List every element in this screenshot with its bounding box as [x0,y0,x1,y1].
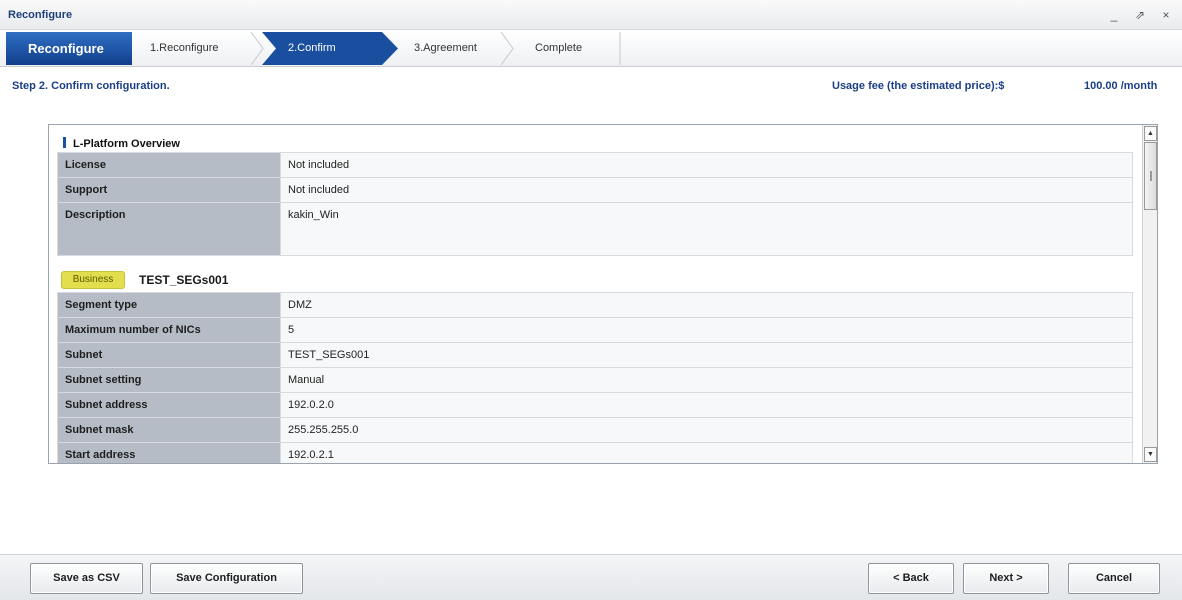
row-value: 255.255.255.0 [280,417,1133,443]
table-row: Maximum number of NICs 5 [57,317,1133,343]
row-label: Subnet setting [57,367,281,393]
next-button[interactable]: Next > [963,563,1049,594]
row-value: Not included [280,177,1133,203]
table-row: License Not included [57,152,1133,178]
table-row: Subnet address 192.0.2.0 [57,392,1133,418]
step-separator-icon [619,32,621,65]
configuration-content: L-Platform Overview License Not included… [49,125,1142,463]
row-label: Support [57,177,281,203]
cancel-button[interactable]: Cancel [1068,563,1160,594]
save-configuration-button[interactable]: Save Configuration [150,563,303,594]
row-label: Segment type [57,292,281,318]
minimize-icon[interactable]: _ [1108,8,1120,22]
row-label: Description [57,202,281,256]
row-value: 5 [280,317,1133,343]
vertical-scrollbar[interactable]: ▲ ▼ [1142,125,1157,463]
overview-section-title: L-Platform Overview [63,137,180,150]
section-bar-icon [63,137,66,148]
row-value: kakin_Win [280,202,1133,256]
table-row: Subnet TEST_SEGs001 [57,342,1133,368]
overview-table: License Not included Support Not include… [57,152,1133,256]
step-agreement: 3.Agreement [414,42,477,54]
configuration-panel[interactable]: L-Platform Overview License Not included… [48,124,1158,464]
overview-title-text: L-Platform Overview [73,138,180,150]
row-label: Subnet mask [57,417,281,443]
business-table: Segment type DMZ Maximum number of NICs … [57,292,1133,463]
table-row: Subnet setting Manual [57,367,1133,393]
row-label: License [57,152,281,178]
window-controls: _ ⇗ × [1108,8,1172,22]
row-value: Manual [280,367,1133,393]
row-value: Not included [280,152,1133,178]
business-badge: Business [61,271,125,289]
table-row: Segment type DMZ [57,292,1133,318]
scrollbar-thumb[interactable] [1144,142,1157,210]
row-value: TEST_SEGs001 [280,342,1133,368]
table-row: Start address 192.0.2.1 [57,442,1133,463]
table-row: Support Not included [57,177,1133,203]
close-icon[interactable]: × [1160,8,1172,22]
business-segment-name: TEST_SEGs001 [139,273,229,287]
restore-icon[interactable]: ⇗ [1134,8,1146,22]
wizard-progress-bar: Reconfigure 1.Reconfigure 2.Confirm 3.Ag… [0,30,1182,67]
step-heading: Step 2. Confirm configuration. [12,80,170,92]
step-chevron-icon [500,32,514,65]
scroll-up-icon[interactable]: ▲ [1144,126,1157,141]
usage-fee-label: Usage fee (the estimated price):$ [832,80,1005,92]
row-value: DMZ [280,292,1133,318]
scrollbar-grip-icon [1150,171,1152,181]
row-value: 192.0.2.1 [280,442,1133,463]
row-label: Maximum number of NICs [57,317,281,343]
step-chevron-icon [250,32,264,65]
usage-fee-value: 100.00 /month [1084,80,1158,92]
row-label: Subnet address [57,392,281,418]
row-label: Start address [57,442,281,463]
wizard-title: Reconfigure [6,32,132,65]
step-confirm: 2.Confirm [288,42,336,54]
window-title: Reconfigure [8,9,73,21]
row-value: 192.0.2.0 [280,392,1133,418]
step-complete: Complete [535,42,583,54]
scroll-down-icon[interactable]: ▼ [1144,447,1157,462]
table-row: Subnet mask 255.255.255.0 [57,417,1133,443]
save-as-csv-button[interactable]: Save as CSV [30,563,143,594]
step-reconfigure: 1.Reconfigure [150,42,219,54]
row-label: Subnet [57,342,281,368]
footer-button-bar: Save as CSV Save Configuration < Back Ne… [0,554,1182,600]
back-button[interactable]: < Back [868,563,954,594]
table-row: Description kakin_Win [57,202,1133,256]
window-titlebar: Reconfigure _ ⇗ × [0,0,1182,30]
